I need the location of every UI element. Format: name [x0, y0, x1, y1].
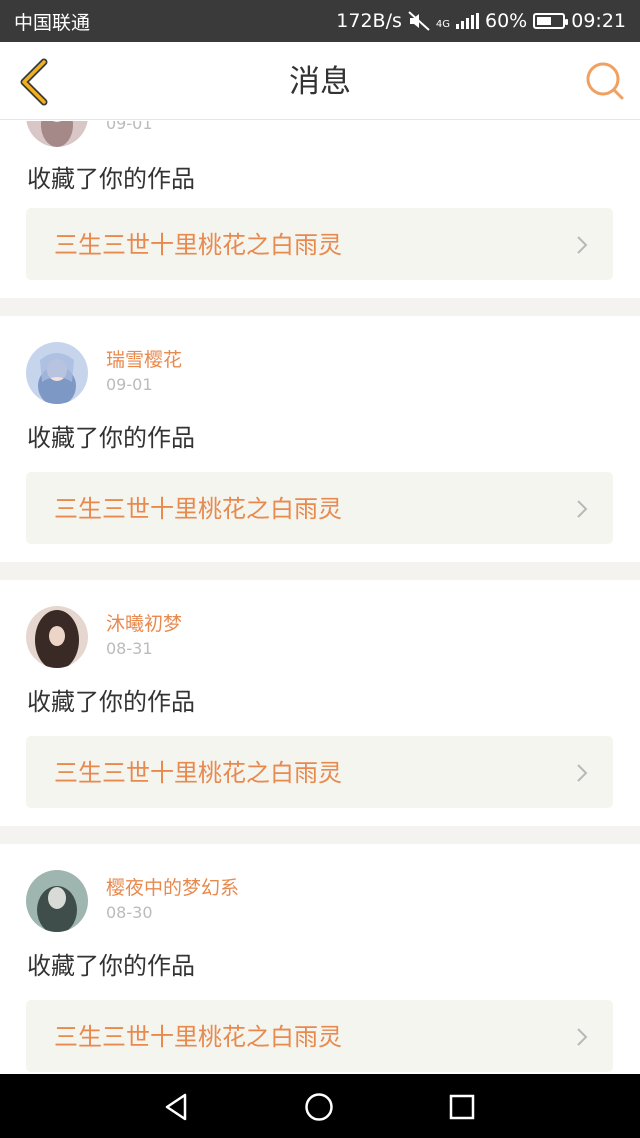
network-type: 4G [435, 19, 450, 30]
user-avatar[interactable] [26, 342, 88, 404]
work-link[interactable]: 三生三世十里桃花之白雨灵 [26, 208, 613, 280]
user-name[interactable]: 樱夜中的梦幻系 [106, 873, 239, 900]
message-date: 08-31 [106, 639, 153, 658]
status-bar: 中国联通 172B/s 4G 60% 09:21 [0, 0, 640, 42]
system-nav-bar [0, 1074, 640, 1138]
message-date: 08-30 [106, 903, 153, 922]
message-card[interactable]: 瑞雪樱花 09-01 收藏了你的作品 三生三世十里桃花之白雨灵 [0, 316, 640, 562]
work-title: 三生三世十里桃花之白雨灵 [54, 495, 342, 523]
work-link[interactable]: 三生三世十里桃花之白雨灵 [26, 1000, 613, 1072]
message-date: 09-01 [106, 375, 153, 394]
message-action: 收藏了你的作品 [27, 165, 195, 193]
message-action: 收藏了你的作品 [27, 952, 195, 980]
message-card[interactable]: 沐曦初梦 08-31 收藏了你的作品 三生三世十里桃花之白雨灵 [0, 580, 640, 826]
message-date: 09-01 [106, 121, 153, 133]
message-card[interactable]: 樱夜中的梦幻系 08-30 收藏了你的作品 三生三世十里桃花之白雨灵 [0, 844, 640, 1074]
message-action: 收藏了你的作品 [27, 688, 195, 716]
separator [0, 826, 640, 844]
carrier-name: 中国联通 [14, 11, 91, 34]
search-button[interactable] [582, 58, 628, 104]
chevron-right-icon [577, 764, 588, 782]
circle-home-icon[interactable] [304, 1092, 334, 1122]
signal-icon [456, 13, 479, 29]
header-bar: 消息 [0, 42, 640, 120]
message-list[interactable]: 09-01 收藏了你的作品 三生三世十里桃花之白雨灵 瑞雪樱花 09-01 收藏… [0, 121, 640, 1074]
battery-percent: 60% [485, 10, 528, 32]
battery-icon [533, 13, 569, 29]
separator [0, 298, 640, 316]
separator [0, 562, 640, 580]
chevron-right-icon [577, 1028, 588, 1046]
user-name[interactable]: 瑞雪樱花 [106, 345, 182, 372]
user-avatar[interactable] [26, 606, 88, 668]
chevron-right-icon [577, 236, 588, 254]
user-name[interactable]: 沐曦初梦 [106, 609, 182, 636]
user-avatar[interactable] [26, 121, 88, 147]
square-recents-icon[interactable] [447, 1092, 477, 1122]
work-title: 三生三世十里桃花之白雨灵 [54, 759, 342, 787]
message-card[interactable]: 09-01 收藏了你的作品 三生三世十里桃花之白雨灵 [0, 121, 640, 298]
chevron-right-icon [577, 500, 588, 518]
network-speed: 172B/s [336, 10, 402, 32]
clock: 09:21 [571, 10, 626, 32]
work-link[interactable]: 三生三世十里桃花之白雨灵 [26, 472, 613, 544]
work-title: 三生三世十里桃花之白雨灵 [54, 1023, 342, 1051]
work-link[interactable]: 三生三世十里桃花之白雨灵 [26, 736, 613, 808]
user-avatar[interactable] [26, 870, 88, 932]
page-title: 消息 [289, 64, 351, 100]
mute-icon [408, 11, 430, 31]
work-title: 三生三世十里桃花之白雨灵 [54, 231, 342, 259]
back-button[interactable] [12, 56, 64, 108]
message-action: 收藏了你的作品 [27, 424, 195, 452]
status-right: 172B/s 4G 60% 09:21 [336, 10, 626, 32]
triangle-back-icon[interactable] [162, 1092, 192, 1122]
